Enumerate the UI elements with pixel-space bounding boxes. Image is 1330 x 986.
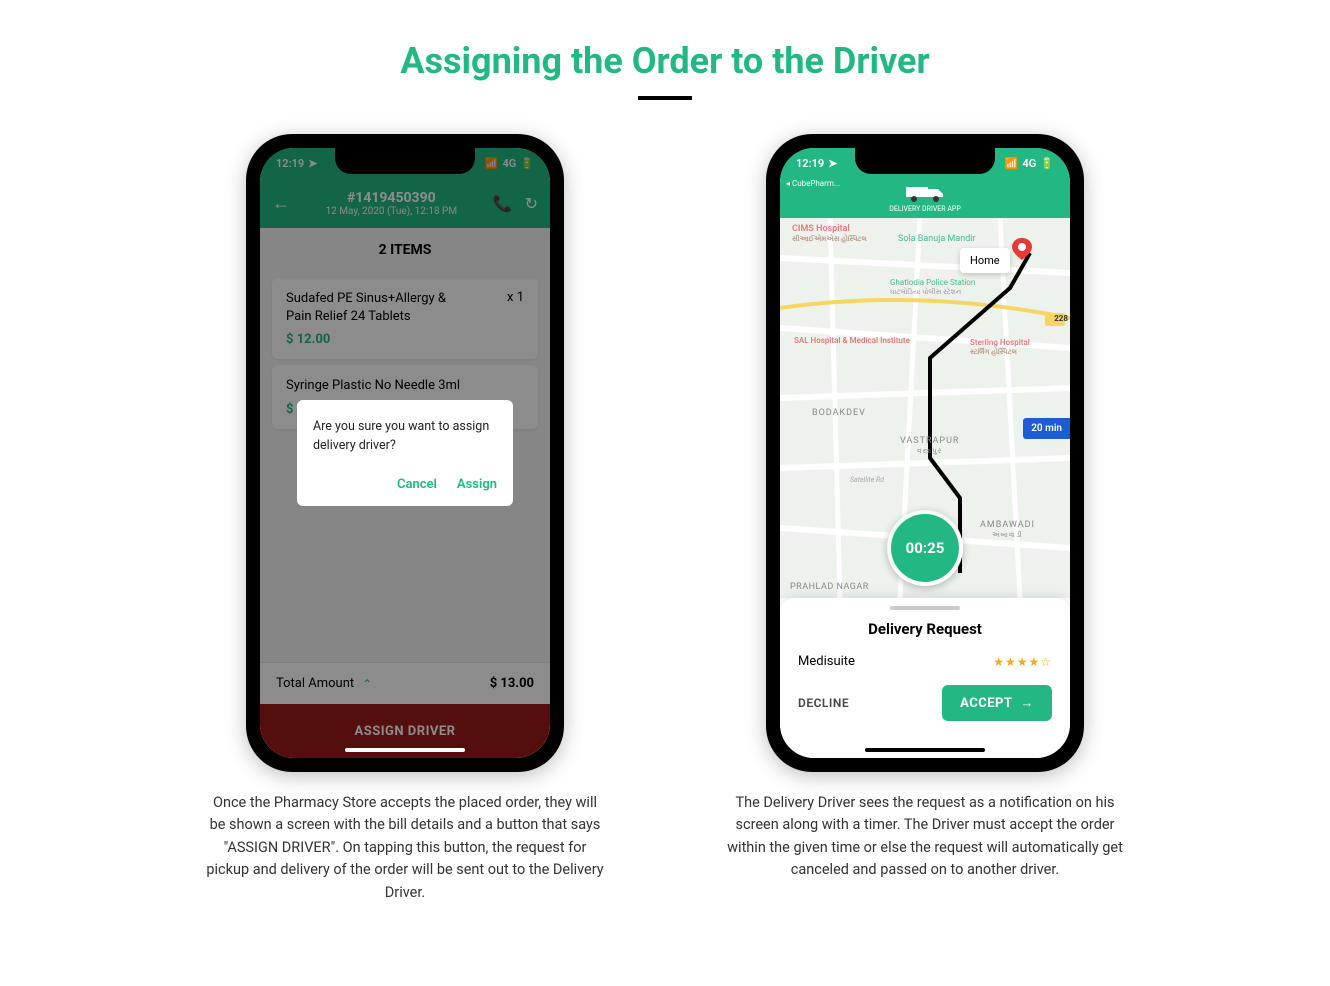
map-callout-home: Home (960, 248, 1010, 273)
home-indicator[interactable] (345, 748, 465, 752)
destination-pin-icon (1012, 238, 1032, 260)
phone-screen: 12:19 ➤ 📶 4G 🔋 ◂ CubePharm... DELIVERY D… (780, 148, 1070, 758)
phone-frame: 12:19 ➤ 📶 4G 🔋 ◂ CubePharm... DELIVERY D… (766, 134, 1084, 772)
eta-badge: 20 min (1023, 418, 1070, 439)
location-icon: ➤ (828, 157, 837, 170)
map-area-prahlad: PRAHLAD NAGAR (790, 582, 869, 592)
map-area-bodakdev: BODAKDEV (812, 408, 866, 418)
truck-icon (902, 183, 948, 203)
map-poi-sal: SAL Hospital & Medical Institute (794, 336, 910, 345)
map-poi-ghatlodia: Ghatlodia Police Stationઘાટલોડિયા પોલીસ … (890, 278, 975, 297)
page-title: Assigning the Order to the Driver (0, 40, 1330, 82)
signal-icon: 📶 (1005, 157, 1019, 170)
accept-button[interactable]: ACCEPT → (942, 685, 1052, 721)
status-time: 12:19 (796, 157, 824, 170)
rating-stars: ★★★★☆ (993, 655, 1052, 669)
network-label: 4G (1023, 157, 1037, 170)
title-underline (638, 96, 692, 100)
dialog-message: Are you sure you want to assign delivery… (313, 418, 497, 456)
map-area-vastrapur: VASTRAPURવસ્ત્રાપુર (900, 436, 959, 456)
notch (335, 148, 475, 174)
caption-driver: The Delivery Driver sees the request as … (725, 792, 1125, 882)
modal-overlay: Are you sure you want to assign delivery… (260, 148, 550, 758)
map-view[interactable]: Home CIMS Hospitalસીઆઈએમએસ હોસ્પિટલ Sola… (780, 218, 1070, 598)
map-poi-sola: Sola Banuja Mandir (898, 234, 976, 244)
map-area-ambawadi: AMBAWADIઅંબાવાડી (980, 520, 1035, 540)
phones-row: 12:19 ➤ 📶 4G 🔋 ← #1419450390 12 May, 202… (0, 134, 1330, 904)
map-road-satellite: Satellite Rd (850, 476, 884, 484)
confirm-dialog: Are you sure you want to assign delivery… (297, 400, 513, 507)
sheet-handle[interactable] (890, 606, 960, 610)
battery-icon: 🔋 (1040, 157, 1054, 170)
map-poi-cims: CIMS Hospitalસીઆઈએમએસ હોસ્પિટલ (792, 224, 867, 244)
notch (855, 148, 995, 174)
app-name-label: DELIVERY DRIVER APP (889, 205, 960, 213)
cancel-button[interactable]: Cancel (397, 477, 437, 492)
phone-screen: 12:19 ➤ 📶 4G 🔋 ← #1419450390 12 May, 202… (260, 148, 550, 758)
timer-circle: 00:25 (887, 510, 963, 586)
home-indicator[interactable] (865, 748, 985, 752)
breadcrumb[interactable]: ◂ CubePharm... (786, 179, 840, 188)
assign-button[interactable]: Assign (457, 477, 497, 492)
decline-button[interactable]: DECLINE (798, 696, 849, 710)
sheet-title: Delivery Request (780, 620, 1070, 638)
phone-block-driver: 12:19 ➤ 📶 4G 🔋 ◂ CubePharm... DELIVERY D… (725, 134, 1125, 904)
phone-block-pharmacy: 12:19 ➤ 📶 4G 🔋 ← #1419450390 12 May, 202… (205, 134, 605, 904)
caption-pharmacy: Once the Pharmacy Store accepts the plac… (205, 792, 605, 904)
bottom-sheet[interactable]: Delivery Request Medisuite ★★★★☆ DECLINE… (780, 598, 1070, 758)
pharmacy-name: Medisuite (798, 654, 855, 669)
map-route-228: 228 (1054, 314, 1068, 323)
arrow-right-icon: → (1021, 695, 1035, 711)
accept-label: ACCEPT (960, 696, 1012, 711)
map-poi-sterling: Sterling Hospitalસ્ટર્લિંગ હોસ્પિટલ (970, 338, 1030, 357)
phone-frame: 12:19 ➤ 📶 4G 🔋 ← #1419450390 12 May, 202… (246, 134, 564, 772)
